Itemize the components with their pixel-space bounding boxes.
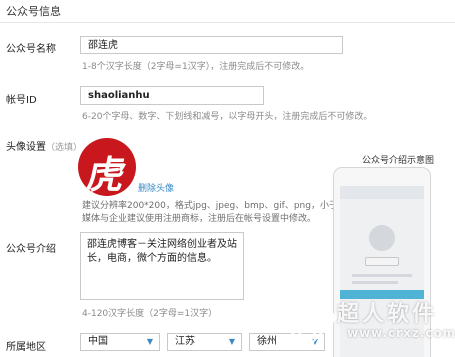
name-label: 公众号名称 — [6, 44, 56, 55]
avatar-label: 头像设置（选填） — [6, 138, 82, 153]
delete-avatar-link[interactable]: 删除头像 — [138, 181, 174, 194]
intro-textarea[interactable]: 邵连虎博客－关注网络创业者及站长，电商，微个方面的信息。 — [80, 232, 244, 300]
avatar-label-text: 头像设置 — [6, 142, 46, 153]
avatar-glyph: 虎 — [82, 152, 131, 196]
country-value: 中国 — [88, 336, 108, 347]
account-id-input[interactable]: shaolianhu — [80, 86, 264, 105]
account-id-hint: 6-20个字母、数字、下划线和减号，以字母开头，注册完成后不可修改。 — [82, 112, 373, 122]
chevron-down-icon: ▼ — [228, 337, 235, 346]
avatar-hint-line2: 媒体与企业建议使用注册商标，注册后在帐号设置中修改。 — [82, 214, 317, 224]
phone-status-bar — [340, 186, 424, 199]
account-id-label: 帐号ID — [6, 95, 37, 106]
province-value: 江苏 — [175, 336, 195, 347]
name-input[interactable]: 邵连虎 — [80, 36, 343, 54]
intro-hint: 4-120汉字长度（2字母=1汉字） — [82, 309, 218, 319]
watermark-url: www.crxz.com — [347, 326, 455, 340]
section-title: 公众号信息 — [6, 5, 61, 18]
watermark-text: 超人软件 — [337, 302, 438, 327]
region-label: 所属地区 — [6, 342, 46, 353]
phone-avatar-placeholder — [369, 225, 395, 251]
avatar-hint-line1: 建议分辨率200*200，格式jpg、jpeg、bmp、gif、png，小于2M — [82, 201, 352, 211]
phone-text-line — [352, 274, 412, 277]
phone-follow-button — [365, 257, 399, 266]
avatar-image: 虎 — [78, 138, 136, 196]
phone-text-line — [352, 281, 398, 284]
chevron-down-icon: ▼ — [146, 337, 153, 346]
intro-label: 公众号介绍 — [6, 244, 56, 255]
city-value: 徐州 — [257, 336, 277, 347]
avatar-optional-text: （选填） — [46, 143, 83, 153]
country-select[interactable]: 中国 ▼ — [80, 333, 160, 351]
name-hint: 1-8个汉字长度（2字母=1汉字），注册完成后不可修改。 — [82, 62, 310, 72]
preview-title: 公众号介绍示意图 — [362, 156, 435, 166]
province-select[interactable]: 江苏 ▼ — [167, 333, 242, 351]
section-divider — [0, 22, 455, 23]
